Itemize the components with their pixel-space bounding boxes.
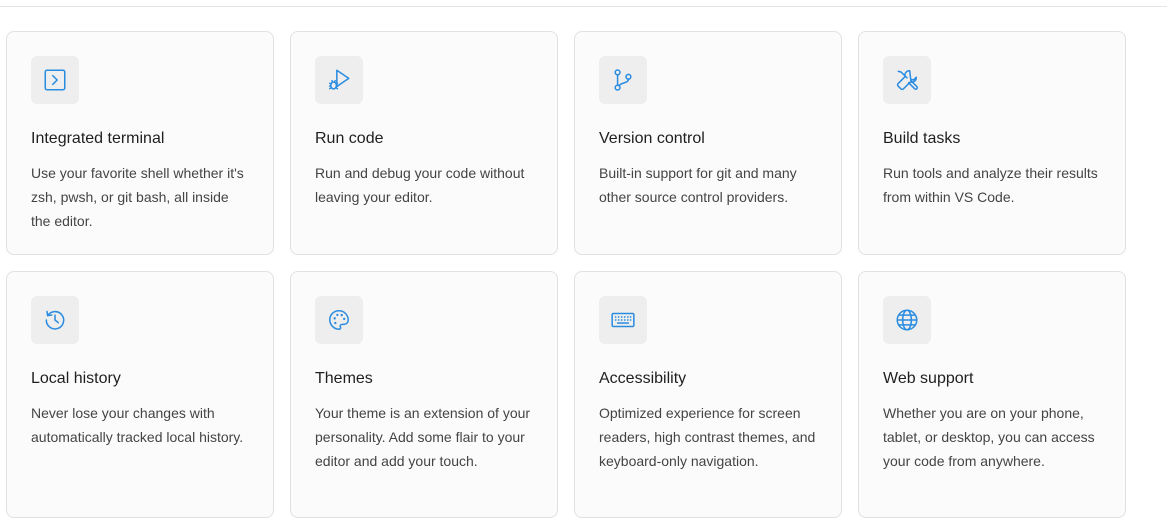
feature-description: Use your favorite shell whether it's zsh… — [31, 165, 244, 229]
terminal-icon — [31, 56, 79, 104]
feature-grid: Integrated terminal Use your favorite sh… — [6, 31, 1126, 518]
feature-title: Integrated terminal — [31, 130, 165, 147]
top-divider — [0, 6, 1167, 7]
feature-card-web-support: Web support Whether you are on your phon… — [858, 271, 1126, 518]
feature-title: Themes — [315, 370, 373, 387]
feature-card-integrated-terminal: Integrated terminal Use your favorite sh… — [6, 31, 274, 255]
palette-icon — [315, 296, 363, 344]
feature-title: Accessibility — [599, 370, 687, 387]
feature-description: Whether you are on your phone, tablet, o… — [883, 405, 1095, 469]
feature-title: Web support — [883, 370, 974, 387]
feature-description: Built-in support for git and many other … — [599, 165, 797, 205]
history-icon — [31, 296, 79, 344]
feature-card-accessibility: Accessibility Optimized experience for s… — [574, 271, 842, 518]
source-control-icon — [599, 56, 647, 104]
run-debug-icon — [315, 56, 363, 104]
keyboard-icon — [599, 296, 647, 344]
feature-card-version-control: Version control Built-in support for git… — [574, 31, 842, 255]
feature-title: Version control — [599, 130, 705, 147]
feature-description: Never lose your changes with automatical… — [31, 405, 244, 445]
feature-title: Local history — [31, 370, 121, 387]
feature-title: Build tasks — [883, 130, 961, 147]
feature-card-build-tasks: Build tasks Run tools and analyze their … — [858, 31, 1126, 255]
feature-description: Run and debug your code without leaving … — [315, 165, 525, 205]
feature-description: Your theme is an extension of your perso… — [315, 405, 531, 469]
feature-card-themes: Themes Your theme is an extension of you… — [290, 271, 558, 518]
feature-title: Run code — [315, 130, 384, 147]
feature-description: Run tools and analyze their results from… — [883, 165, 1098, 205]
feature-card-local-history: Local history Never lose your changes wi… — [6, 271, 274, 518]
globe-icon — [883, 296, 931, 344]
feature-description: Optimized experience for screen readers,… — [599, 405, 816, 469]
feature-card-run-code: Run code Run and debug your code without… — [290, 31, 558, 255]
tools-icon — [883, 56, 931, 104]
